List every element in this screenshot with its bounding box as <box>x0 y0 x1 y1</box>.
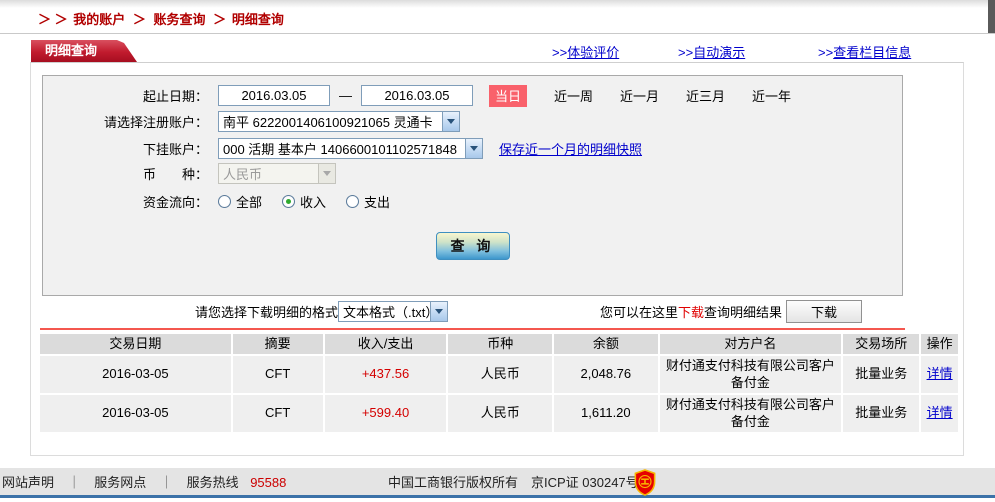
fund-flow-label: 资金流向： <box>43 192 208 211</box>
breadcrumb-separator: ＞ <box>133 12 146 27</box>
table-header-row: 交易日期 摘要 收入/支出 币种 余额 对方户名 交易场所 操作 <box>40 334 958 354</box>
col-header-action: 操作 <box>921 334 958 354</box>
sub-account-label: 下挂账户： <box>43 139 208 158</box>
cell-venue: 批量业务 <box>843 356 921 393</box>
currency-value: 人民币 <box>219 164 318 183</box>
date-range-label: 起止日期： <box>43 86 208 105</box>
save-monthly-snapshot-link[interactable]: 保存近一个月的明细快照 <box>499 139 642 158</box>
breadcrumb: ＞ ＞ 我的账户 ＞ 账务查询 ＞ 明细查询 <box>38 8 284 33</box>
currency-select: 人民币 <box>218 163 336 184</box>
detail-link[interactable]: 详情 <box>927 366 953 382</box>
cell-currency: 人民币 <box>448 395 554 432</box>
col-header-venue: 交易场所 <box>843 334 921 354</box>
col-header-amount: 收入/支出 <box>325 334 449 354</box>
table-row: 2016-03-05 CFT +599.40 人民币 1,611.20 财付通支… <box>40 395 958 432</box>
hotline-number: 95588 <box>250 475 286 490</box>
date-range-dash: — <box>339 88 352 103</box>
breadcrumb-prefix: ＞ ＞ <box>38 12 68 27</box>
view-column-info-link[interactable]: >>查看栏目信息 <box>818 42 911 61</box>
flow-radio-expense[interactable]: 支出 <box>346 192 390 211</box>
col-header-currency: 币种 <box>448 334 554 354</box>
cell-summary: CFT <box>233 395 325 432</box>
flow-radio-all-label: 全部 <box>236 192 262 211</box>
footer-separator: ｜ <box>68 475 81 490</box>
download-format-select[interactable]: 文本格式（.txt） <box>338 301 448 322</box>
hotline-label: 服务热线 <box>187 475 239 490</box>
query-form-panel: 起止日期： — 当日 近一周 近一月 近三月 近一年 请选择注册账户： 南平 6… <box>42 75 903 296</box>
col-header-summary: 摘要 <box>233 334 325 354</box>
breadcrumb-item-account-query[interactable]: 账务查询 <box>154 12 206 27</box>
range-last-month[interactable]: 近一月 <box>620 86 659 105</box>
download-hint-prefix: 您可以在这里 <box>600 302 678 321</box>
cell-balance: 2,048.76 <box>554 356 660 393</box>
download-hint-suffix: 查询明细结果 <box>704 302 782 321</box>
top-gradient-band <box>0 0 995 8</box>
registered-account-value: 南平 6222001406100921065 灵通卡 <box>219 112 442 131</box>
sub-account-value: 000 活期 基本户 1406600101102571848 <box>219 139 465 158</box>
flow-radio-income-label: 收入 <box>300 192 326 211</box>
footer: 网站声明 ｜ 服务网点 ｜ 服务热线 95588 中国工商银行版权所有 京ICP… <box>0 468 995 498</box>
range-last-3-months[interactable]: 近三月 <box>686 86 725 105</box>
query-button[interactable]: 查 询 <box>436 232 510 260</box>
cell-counterparty: 财付通支付科技有限公司客户备付金 <box>660 356 844 393</box>
col-header-counterparty: 对方户名 <box>660 334 844 354</box>
flow-radio-income[interactable]: 收入 <box>282 192 326 211</box>
divider-line <box>0 33 995 34</box>
cell-action: 详情 <box>921 395 958 432</box>
date-to-input[interactable] <box>361 85 473 106</box>
transaction-table: 交易日期 摘要 收入/支出 币种 余额 对方户名 交易场所 操作 2016-03… <box>40 334 958 434</box>
cell-date: 2016-03-05 <box>40 356 233 393</box>
site-statement-link[interactable]: 网站声明 <box>2 475 54 490</box>
download-format-label: 请您选择下载明细的格式 <box>195 302 338 321</box>
sub-account-select[interactable]: 000 活期 基本户 1406600101102571848 <box>218 138 483 159</box>
today-quick-button[interactable]: 当日 <box>489 85 527 107</box>
radio-icon <box>218 195 231 208</box>
service-outlets-link[interactable]: 服务网点 <box>94 475 146 490</box>
cell-balance: 1,611.20 <box>554 395 660 432</box>
auto-demo-link[interactable]: >>自动演示 <box>678 42 745 61</box>
chevron-down-icon <box>442 112 459 131</box>
table-row: 2016-03-05 CFT +437.56 人民币 2,048.76 财付通支… <box>40 356 958 393</box>
copyright-text: 中国工商银行版权所有 京ICP证 030247号 <box>388 468 639 498</box>
scrollbar-corner <box>988 0 995 33</box>
cell-amount: +599.40 <box>325 395 449 432</box>
download-format-group: 请您选择下载明细的格式 文本格式（.txt） <box>195 300 448 322</box>
date-from-input[interactable] <box>218 85 330 106</box>
header-links: >>体验评价 >>自动演示 >>查看栏目信息 <box>0 42 995 60</box>
red-divider-line <box>40 328 905 330</box>
chevron-down-icon <box>430 302 447 321</box>
breadcrumb-separator: ＞ <box>213 12 226 27</box>
flow-radio-expense-label: 支出 <box>364 192 390 211</box>
cell-counterparty: 财付通支付科技有限公司客户备付金 <box>660 395 844 432</box>
footer-separator: ｜ <box>160 475 173 490</box>
breadcrumb-item-detail-query: 明细查询 <box>232 12 284 27</box>
cell-amount: +437.56 <box>325 356 449 393</box>
icbc-shield-badge-icon <box>633 469 657 496</box>
radio-icon <box>282 195 295 208</box>
download-inline-link[interactable]: 下载 <box>678 302 704 321</box>
experience-review-link[interactable]: >>体验评价 <box>552 42 619 61</box>
detail-link[interactable]: 详情 <box>927 405 953 421</box>
range-last-week[interactable]: 近一周 <box>554 86 593 105</box>
range-last-year[interactable]: 近一年 <box>752 86 791 105</box>
footer-links: 网站声明 ｜ 服务网点 ｜ 服务热线 95588 <box>2 468 286 498</box>
download-button[interactable]: 下载 <box>786 300 862 323</box>
radio-icon <box>346 195 359 208</box>
flow-radio-all[interactable]: 全部 <box>218 192 262 211</box>
cell-venue: 批量业务 <box>843 395 921 432</box>
chevron-down-icon <box>465 139 482 158</box>
breadcrumb-item-my-account[interactable]: 我的账户 <box>73 12 125 27</box>
cell-date: 2016-03-05 <box>40 395 233 432</box>
chevron-down-icon <box>318 164 335 183</box>
registered-account-select[interactable]: 南平 6222001406100921065 灵通卡 <box>218 111 460 132</box>
col-header-balance: 余额 <box>554 334 660 354</box>
cell-action: 详情 <box>921 356 958 393</box>
cell-currency: 人民币 <box>448 356 554 393</box>
download-result-group: 您可以在这里下载查询明细结果 下载 <box>600 300 862 323</box>
currency-label: 币 种： <box>43 164 208 183</box>
download-format-value: 文本格式（.txt） <box>339 302 430 321</box>
cell-summary: CFT <box>233 356 325 393</box>
col-header-date: 交易日期 <box>40 334 233 354</box>
registered-account-label: 请选择注册账户： <box>43 112 208 131</box>
